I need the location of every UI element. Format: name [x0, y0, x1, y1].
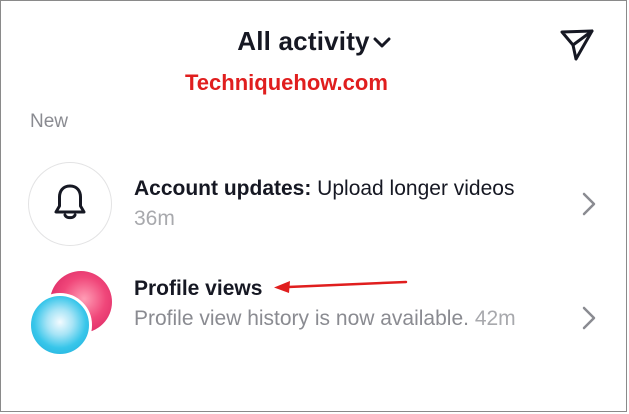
avatar [28, 293, 92, 357]
bell-icon [51, 182, 89, 227]
notification-time: 36m [134, 207, 175, 230]
notification-time: 42m [474, 307, 516, 330]
notification-body-line: Profile view history is now available. 4… [134, 304, 534, 334]
red-arrow-left [270, 276, 410, 296]
profile-avatars [26, 271, 116, 361]
section-label-new: New [30, 111, 69, 132]
notification-avatar [28, 162, 112, 246]
chevron-right-icon[interactable] [578, 189, 600, 219]
notification-account-updates[interactable]: Account updates: Upload longer videos 36… [0, 160, 629, 256]
paper-plane-icon [558, 26, 596, 69]
activity-filter-dropdown[interactable]: All activity [0, 26, 629, 57]
notification-text: Account updates: Upload longer videos 36… [134, 174, 534, 234]
chevron-right-icon[interactable] [578, 303, 600, 333]
watermark-text: Techniquehow.com [185, 70, 388, 95]
notification-title: Account updates: [134, 177, 312, 200]
chevron-down-icon [372, 26, 392, 57]
notification-body: Upload longer videos [311, 177, 515, 200]
notification-body: Profile view history is now available. [134, 307, 469, 330]
direct-messages-button[interactable] [556, 26, 598, 68]
page-title: All activity [237, 26, 370, 56]
